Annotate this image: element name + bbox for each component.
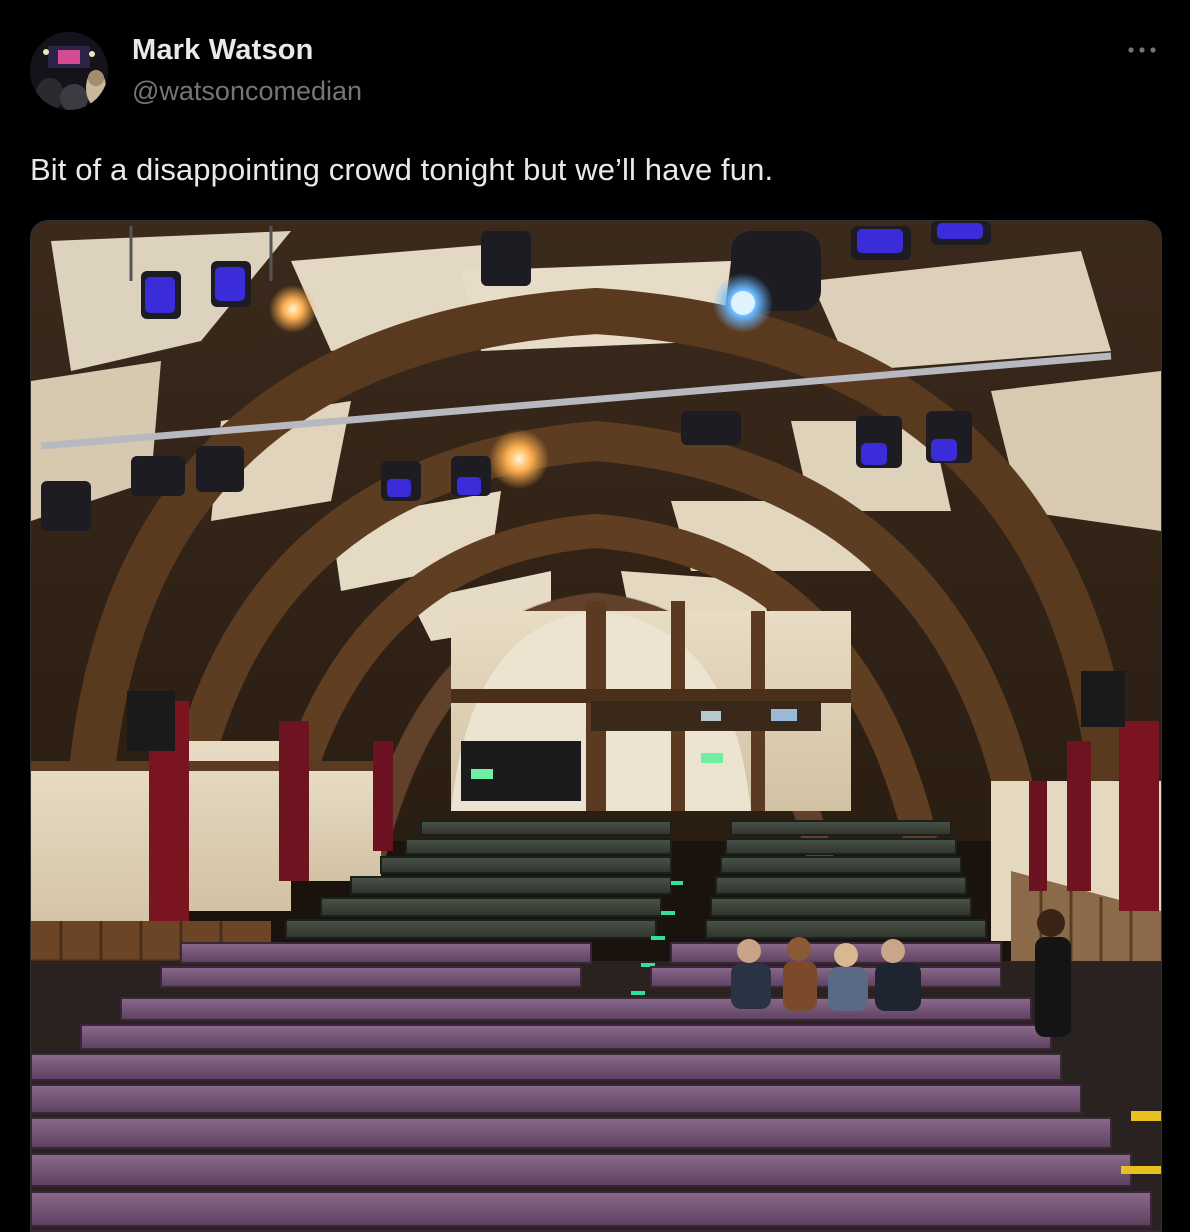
author-name[interactable]: Mark Watson bbox=[132, 34, 314, 67]
tweet-photo[interactable] bbox=[30, 220, 1162, 1232]
more-dots-icon bbox=[1128, 47, 1156, 53]
more-options-button[interactable] bbox=[1126, 36, 1158, 64]
author-handle[interactable]: @watsoncomedian bbox=[132, 76, 362, 107]
tweet-text: Bit of a disappointing crowd tonight but… bbox=[30, 152, 774, 187]
avatar-photo-icon bbox=[30, 32, 108, 110]
venue-hall-photo-icon bbox=[31, 221, 1161, 1232]
tweet: Mark Watson @watsoncomedian Bit of a dis… bbox=[0, 0, 1190, 1232]
author-avatar[interactable] bbox=[30, 32, 108, 110]
